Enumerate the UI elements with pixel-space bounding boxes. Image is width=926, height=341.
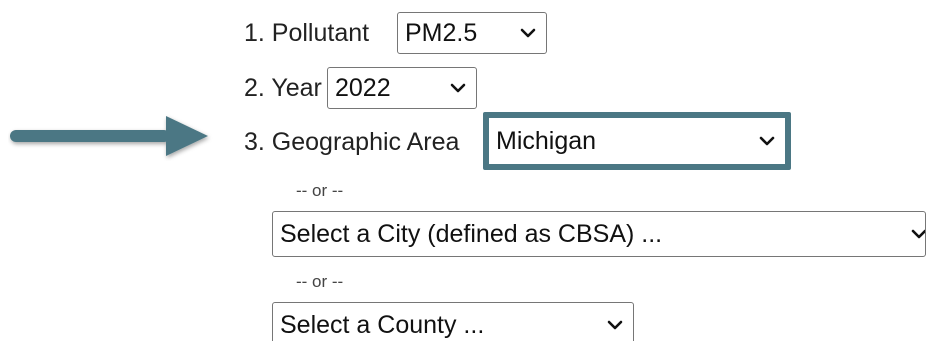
or-separator: -- or --: [296, 272, 344, 291]
pollutant-selected-value: PM2.5: [405, 19, 478, 47]
geographic-area-selected-value: Michigan: [496, 127, 597, 155]
chevron-down-icon: [520, 28, 536, 38]
county-select[interactable]: Select a County ...: [272, 302, 634, 341]
pollutant-select[interactable]: PM2.5: [397, 12, 547, 54]
county-selected-value: Select a County ...: [280, 311, 485, 339]
year-label: 2. Year: [244, 74, 322, 102]
chevron-down-icon: [450, 83, 466, 93]
year-selected-value: 2022: [335, 74, 391, 102]
or-separator: -- or --: [296, 181, 344, 200]
chevron-down-icon: [607, 320, 623, 330]
year-select[interactable]: 2022: [327, 67, 477, 109]
chevron-down-icon: [911, 229, 925, 239]
pollutant-label: 1. Pollutant: [244, 19, 370, 47]
chevron-down-icon: [759, 136, 775, 146]
geographic-area-select[interactable]: Michigan: [489, 118, 785, 164]
geographic-area-label: 3. Geographic Area: [244, 128, 460, 156]
city-select[interactable]: Select a City (defined as CBSA) ...: [272, 211, 926, 257]
city-selected-value: Select a City (defined as CBSA) ...: [280, 220, 663, 248]
right-arrow-icon: [10, 116, 208, 156]
pm-selection-form: 1. Pollutant PM2.5 2. Year 2022 3. Geogr…: [0, 0, 926, 341]
